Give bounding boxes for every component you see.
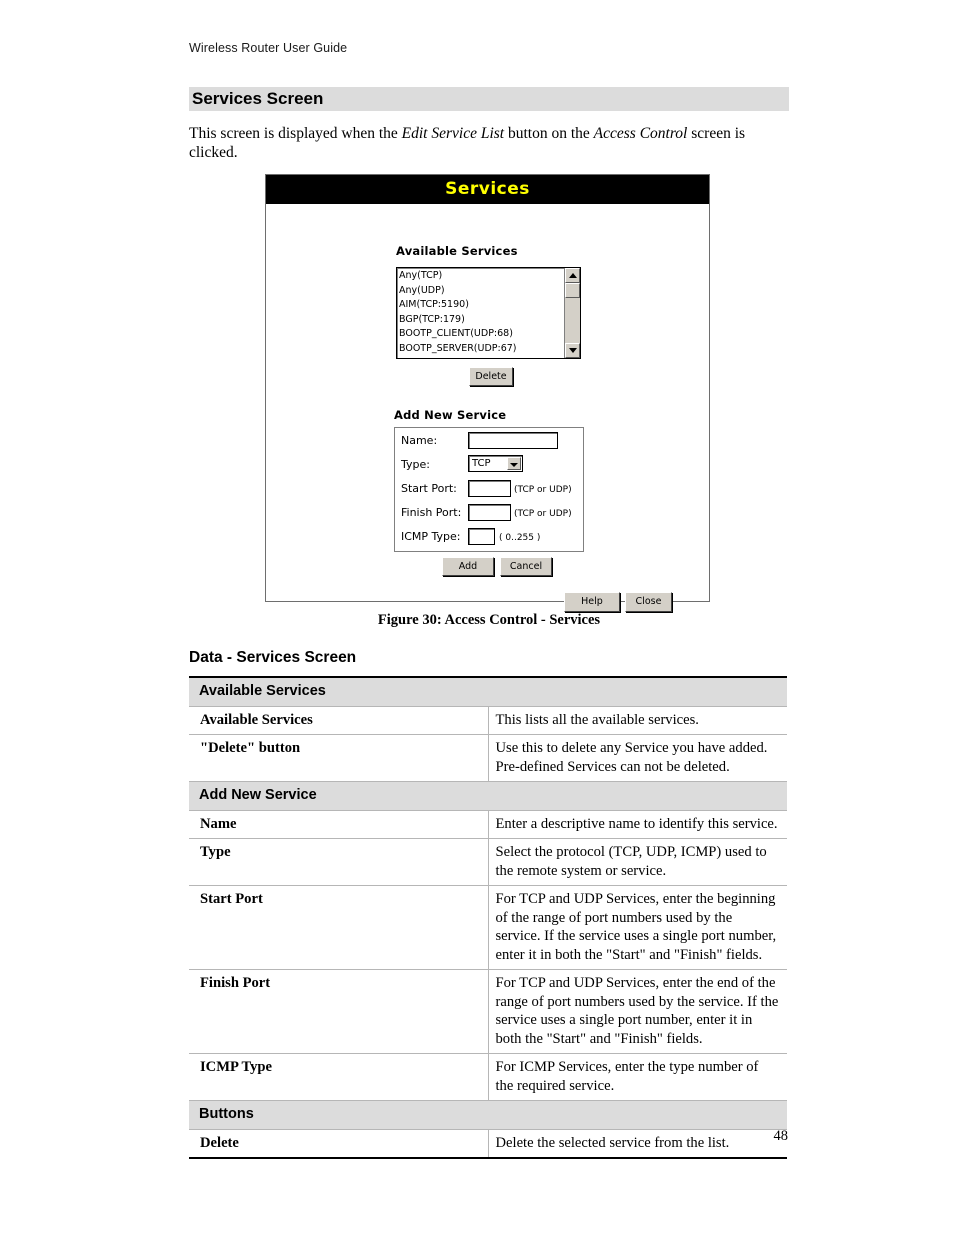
scrollbar-thumb[interactable] (565, 283, 580, 298)
data-section-heading: Data - Services Screen (189, 649, 357, 666)
page-number: 48 (773, 1128, 789, 1144)
list-item[interactable]: Any(TCP) (399, 269, 564, 284)
section-title-text: Services Screen (192, 89, 324, 108)
close-button[interactable]: Close (625, 592, 672, 612)
figure-caption: Figure 30: Access Control - Services (377, 612, 601, 628)
start-port-label: Start Port: (401, 482, 457, 495)
name-input[interactable] (468, 432, 558, 449)
chevron-down-icon[interactable] (507, 457, 521, 470)
finish-port-hint: (TCP or UDP) (514, 509, 572, 519)
available-services-heading: Available Services (396, 244, 518, 258)
list-item[interactable]: BOOTP_SERVER(UDP:67) (399, 342, 564, 357)
group-header-label: Add New Service (189, 781, 787, 811)
row-key: "Delete" button (189, 734, 489, 782)
type-label: Type: (401, 458, 430, 471)
icmp-type-hint: ( 0..255 ) (499, 533, 541, 543)
add-new-service-heading: Add New Service (394, 408, 507, 422)
icmp-type-label: ICMP Type: (401, 530, 461, 543)
data-services-table: Available Services Available Services Th… (189, 676, 787, 1159)
help-button[interactable]: Help (564, 592, 620, 612)
intro-emphasis-edit-service-list: Edit Service List (401, 125, 505, 142)
type-select-value: TCP (472, 458, 491, 469)
listbox-scrollbar[interactable] (564, 268, 580, 358)
intro-text-2: button on the (504, 125, 594, 142)
section-title-bar: Services Screen (189, 87, 789, 111)
field-row-start-port: Start Port: (TCP or UDP) (395, 479, 585, 503)
type-select[interactable]: TCP (468, 455, 523, 472)
cancel-button[interactable]: Cancel (500, 557, 552, 576)
table-row: Type Select the protocol (TCP, UDP, ICMP… (189, 838, 787, 886)
start-port-hint: (TCP or UDP) (514, 485, 572, 495)
table-row: Available Services This lists all the av… (189, 705, 787, 735)
document-page: Wireless Router User Guide Services Scre… (0, 0, 954, 1235)
available-services-listbox[interactable]: Any(TCP) Any(UDP) AIM(TCP:5190) BGP(TCP:… (396, 267, 581, 359)
window-title-text: Services (445, 179, 530, 199)
row-value: Select the protocol (TCP, UDP, ICMP) use… (487, 838, 787, 886)
table-row: "Delete" button Use this to delete any S… (189, 734, 787, 782)
row-value: For ICMP Services, enter the type number… (487, 1053, 787, 1101)
scroll-down-button[interactable] (565, 343, 580, 358)
intro-paragraph: This screen is displayed when the Edit S… (189, 124, 769, 162)
list-item[interactable]: BGP(TCP:179) (399, 313, 564, 328)
name-label: Name: (401, 434, 438, 447)
row-key: Start Port (189, 885, 489, 970)
field-row-finish-port: Finish Port: (TCP or UDP) (395, 503, 585, 527)
row-value: Enter a descriptive name to identify thi… (487, 809, 787, 839)
intro-emphasis-access-control: Access Control (593, 125, 688, 142)
row-value: For TCP and UDP Services, enter the begi… (487, 885, 787, 970)
row-value: Use this to delete any Service you have … (487, 734, 787, 782)
finish-port-label: Finish Port: (401, 506, 462, 519)
row-key: ICMP Type (189, 1053, 489, 1101)
group-header-label: Available Services (189, 676, 787, 707)
row-value: This lists all the available services. (487, 705, 787, 735)
intro-text-1: This screen is displayed when the (189, 125, 402, 142)
table-group-header: Buttons (189, 1100, 787, 1130)
row-key: Type (189, 838, 489, 886)
group-header-label: Buttons (189, 1100, 787, 1130)
table-group-header: Available Services (189, 676, 787, 707)
scroll-up-button[interactable] (565, 268, 580, 283)
row-key: Finish Port (189, 969, 489, 1054)
add-button[interactable]: Add (442, 557, 494, 576)
list-item[interactable]: AIM(TCP:5190) (399, 298, 564, 313)
add-new-service-panel: Name: Type: TCP Start Port: (TCP or UDP) (394, 427, 584, 552)
triangle-up-icon (569, 273, 577, 278)
table-row: Name Enter a descriptive name to identif… (189, 809, 787, 839)
field-row-name: Name: (395, 431, 585, 455)
window-body: Available Services Any(TCP) Any(UDP) AIM… (266, 204, 709, 612)
row-key: Name (189, 809, 489, 839)
start-port-input[interactable] (468, 480, 511, 497)
list-item[interactable]: Any(UDP) (399, 284, 564, 299)
row-value: For TCP and UDP Services, enter the end … (487, 969, 787, 1054)
table-row: ICMP Type For ICMP Services, enter the t… (189, 1053, 787, 1101)
table-row: Finish Port For TCP and UDP Services, en… (189, 969, 787, 1054)
triangle-down-icon (569, 348, 577, 353)
field-row-icmp-type: ICMP Type: ( 0..255 ) (395, 527, 585, 551)
finish-port-input[interactable] (468, 504, 511, 521)
list-item[interactable]: BOOTP_CLIENT(UDP:68) (399, 327, 564, 342)
row-key: Available Services (189, 705, 489, 735)
delete-button[interactable]: Delete (469, 367, 513, 386)
icmp-type-input[interactable] (468, 528, 495, 545)
listbox-items[interactable]: Any(TCP) Any(UDP) AIM(TCP:5190) BGP(TCP:… (397, 268, 564, 358)
table-row: Start Port For TCP and UDP Services, ent… (189, 885, 787, 970)
field-row-type: Type: TCP (395, 455, 585, 479)
table-group-header: Add New Service (189, 781, 787, 811)
window-titlebar: Services (266, 175, 709, 204)
running-header: Wireless Router User Guide (189, 41, 348, 55)
figure-screenshot-services: Services Available Services Any(TCP) Any… (265, 174, 710, 612)
